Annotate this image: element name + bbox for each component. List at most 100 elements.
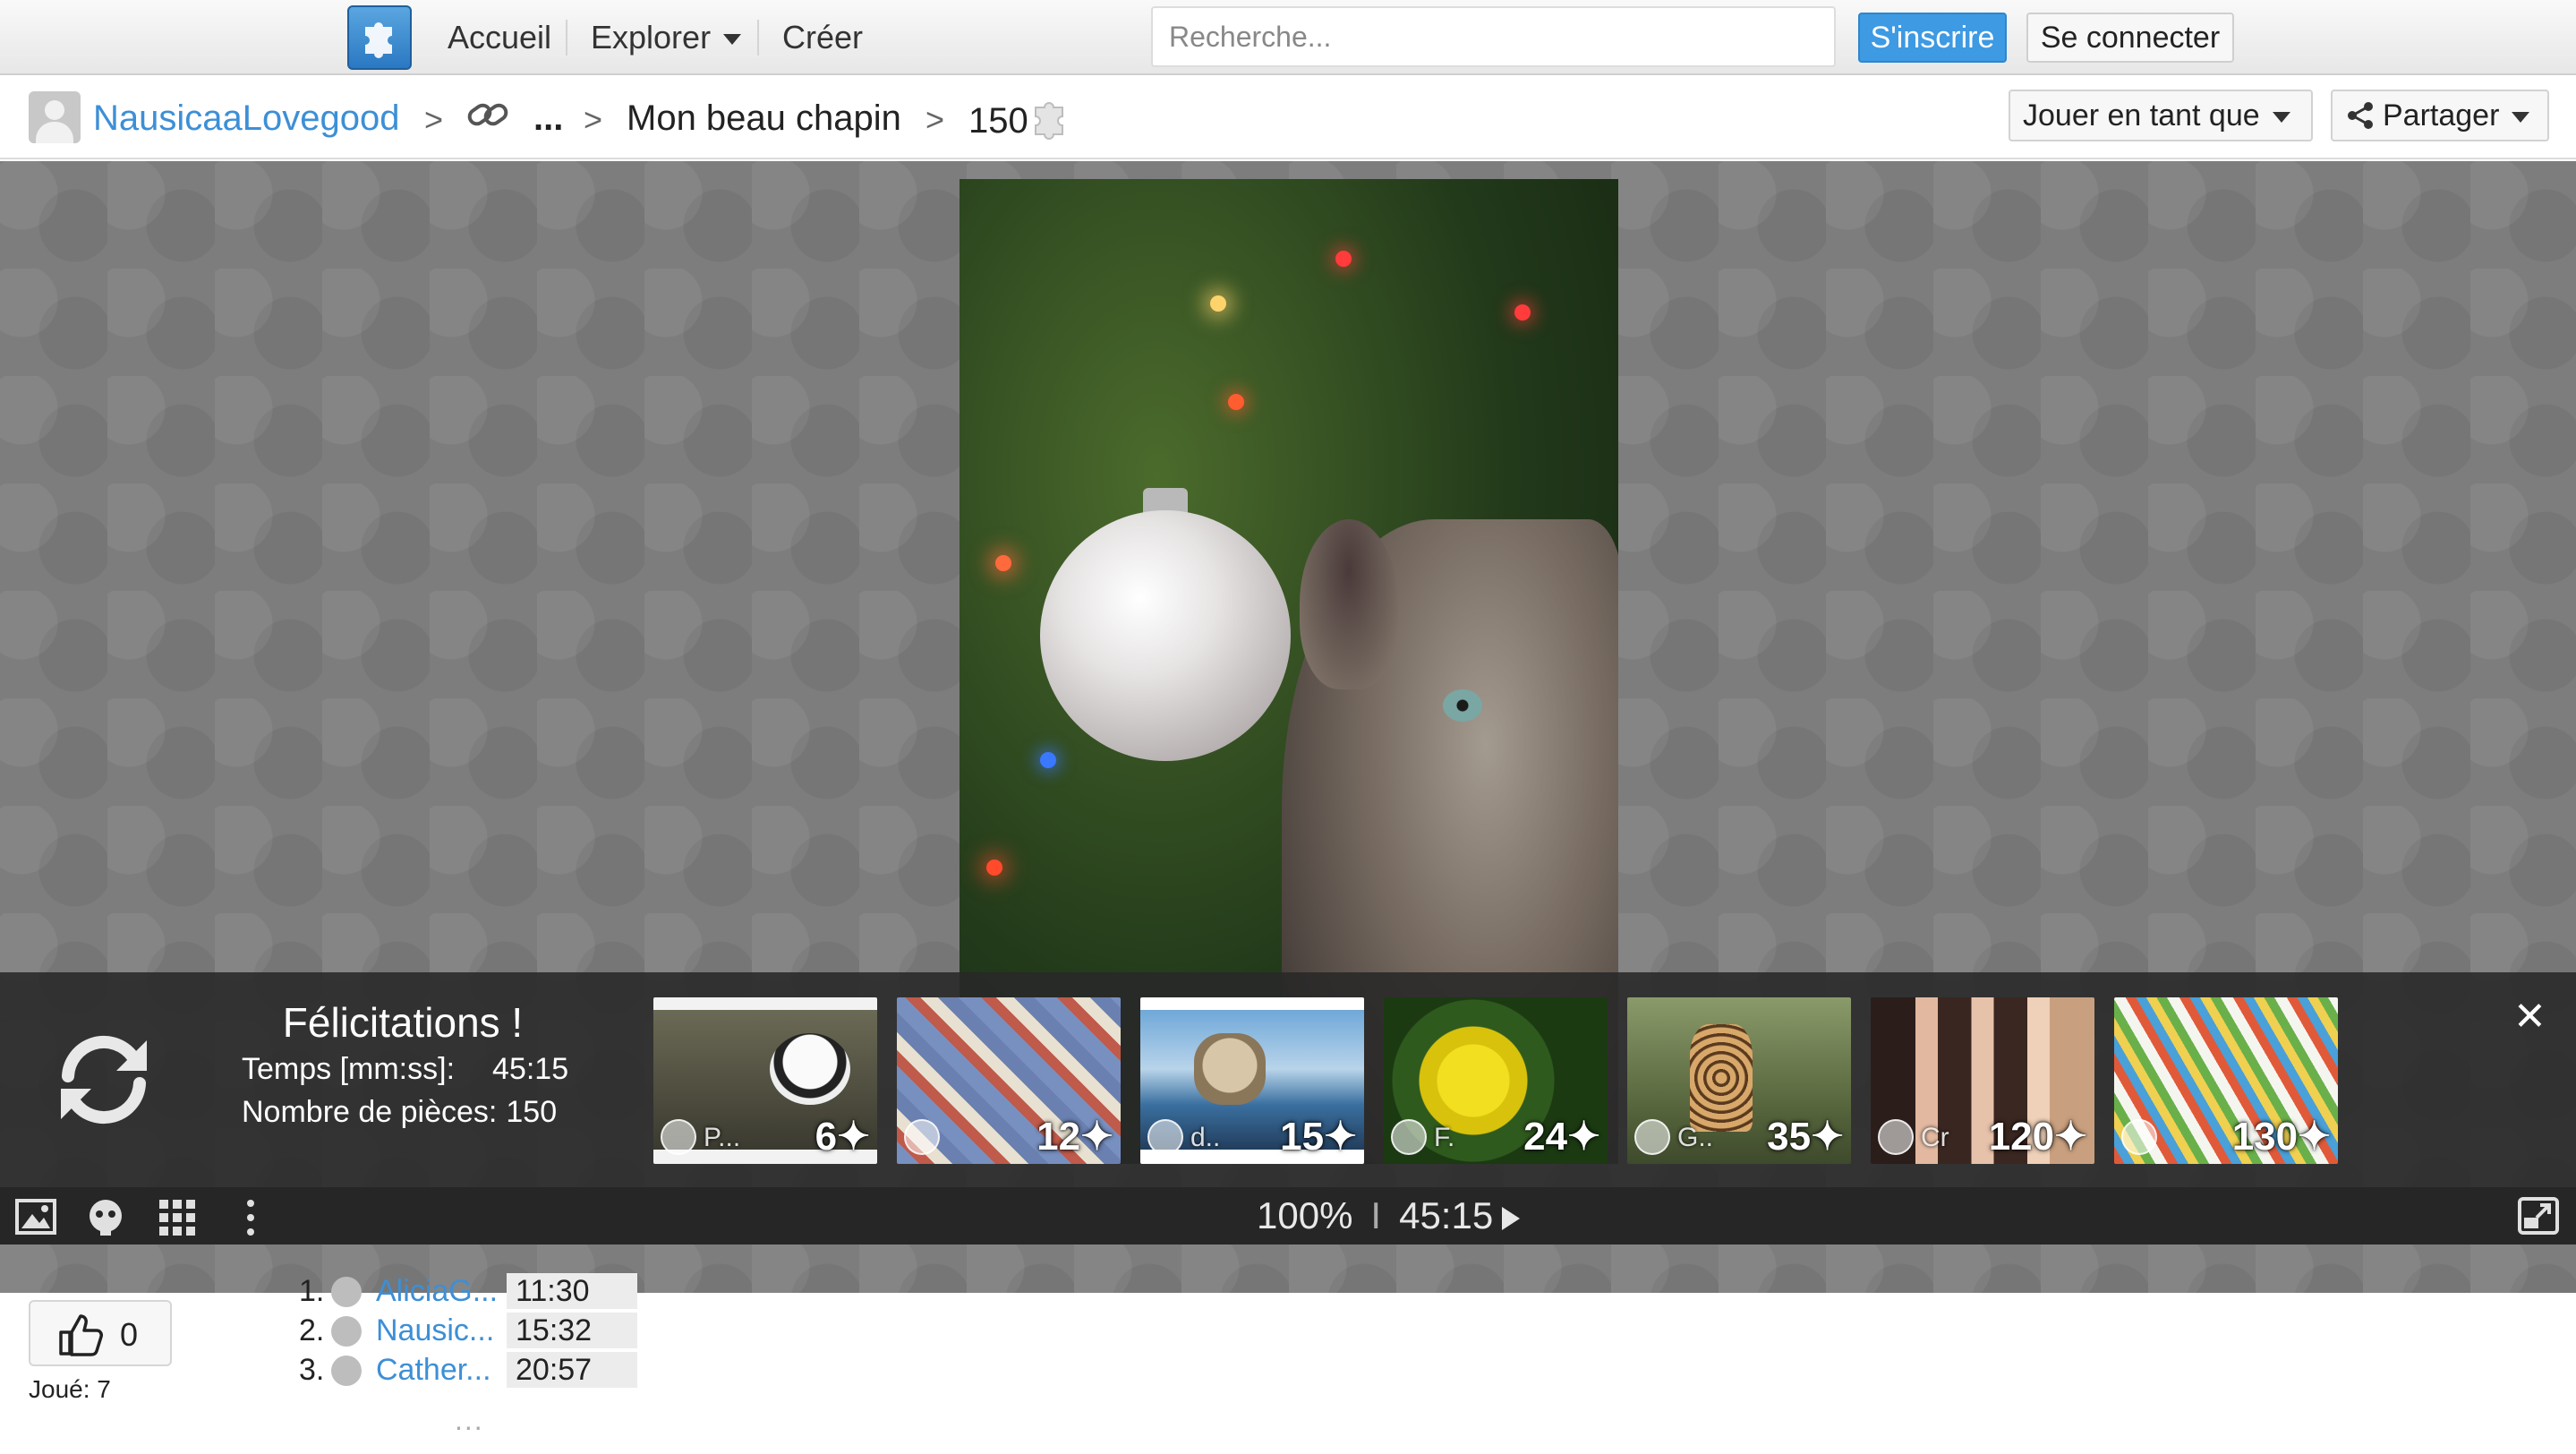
chevron-right-icon: >: [584, 101, 603, 138]
score-rank: 2.: [299, 1313, 325, 1347]
creator-name: P...: [704, 1123, 741, 1152]
score-time: 20:57: [507, 1352, 637, 1388]
zoom-and-timer: 100% I 45:15: [1257, 1194, 1521, 1237]
creator-avatar: [1147, 1119, 1183, 1155]
image-preview-icon[interactable]: [14, 1198, 57, 1236]
score-rank: 3.: [299, 1353, 325, 1387]
play-as-dropdown[interactable]: Jouer en tant que: [2009, 90, 2313, 141]
breadcrumb-ellipsis[interactable]: ...: [533, 97, 563, 140]
more-scores-link[interactable]: ...: [455, 1404, 484, 1437]
creator-name: F.: [1434, 1123, 1455, 1152]
piece-count-value: 150: [968, 101, 1028, 141]
breadcrumb-user-link[interactable]: NausicaaLovegood: [93, 97, 399, 140]
share-label: Partager: [2383, 98, 2500, 133]
score-time: 11:30: [507, 1273, 637, 1309]
creator-avatar: [1634, 1119, 1670, 1155]
avatar: [331, 1316, 362, 1347]
suggested-puzzle-thumbnail[interactable]: Cr 120✦: [1871, 997, 2094, 1164]
completion-summary: Félicitations ! Temps [mm:ss]: 45:15 Nomb…: [242, 997, 600, 1133]
suggested-piece-count: 24✦: [1523, 1115, 1600, 1159]
time-value: 45:15: [492, 1052, 569, 1086]
nav-divider: [566, 20, 567, 56]
suggested-piece-count: 130✦: [2231, 1115, 2331, 1159]
pieces-value: 150: [506, 1095, 558, 1129]
chevron-down-icon: [2272, 112, 2290, 124]
timer-divider: I: [1370, 1194, 1382, 1236]
login-button[interactable]: Se connecter: [2026, 13, 2234, 63]
suggested-piece-count: 6✦: [815, 1115, 870, 1159]
suggested-piece-count: 35✦: [1767, 1115, 1844, 1159]
nav-create-link[interactable]: Créer: [782, 18, 863, 57]
nav-divider: [757, 20, 759, 56]
search-input[interactable]: [1151, 6, 1836, 67]
suggested-piece-count: 120✦: [1988, 1115, 2087, 1159]
leaderboard-row: 3. Cather... 20:57: [299, 1350, 639, 1390]
jigsaw-logo-icon[interactable]: [347, 5, 412, 70]
fullscreen-icon[interactable]: [2517, 1196, 2560, 1236]
score-player-link[interactable]: AliciaG...: [376, 1273, 498, 1309]
avatar: [331, 1356, 362, 1386]
like-count: 0: [120, 1316, 139, 1353]
breadcrumb: NausicaaLovegood > ... > Mon beau chapin…: [0, 77, 2576, 159]
congratulations-title: Félicitations !: [282, 999, 524, 1046]
chevron-down-icon: [723, 34, 742, 46]
ornament-ball: [1040, 510, 1291, 761]
time-label: Temps [mm:ss]:: [242, 1052, 456, 1086]
chevron-right-icon: >: [925, 101, 945, 138]
creator-avatar: [1878, 1119, 1914, 1155]
suggested-puzzle-thumbnail[interactable]: G.. 35✦: [1627, 997, 1851, 1164]
suggested-piece-count: 15✦: [1280, 1115, 1357, 1159]
creator-name: G..: [1677, 1123, 1714, 1152]
thumbs-up-icon: [59, 1314, 103, 1356]
pieces-label: Nombre de pièces:: [242, 1095, 498, 1129]
link-icon[interactable]: [465, 95, 510, 144]
ghost-image-icon[interactable]: [86, 1198, 125, 1237]
suggested-puzzle-thumbnail[interactable]: 12✦: [897, 997, 1121, 1164]
suggested-puzzle-thumbnail[interactable]: P... 6✦: [653, 997, 877, 1164]
elapsed-time: 45:15: [1399, 1194, 1494, 1236]
nav-explore-label: Explorer: [591, 19, 712, 56]
avatar[interactable]: [29, 91, 81, 143]
nav-home-link[interactable]: Accueil: [448, 18, 551, 57]
more-options-icon[interactable]: [242, 1198, 260, 1237]
suggested-puzzle-thumbnail[interactable]: 130✦: [2114, 997, 2338, 1164]
creator-avatar: [661, 1119, 696, 1155]
score-player-link[interactable]: Cather...: [376, 1352, 491, 1388]
breadcrumb-piece-count[interactable]: 150: [968, 97, 1073, 142]
share-dropdown[interactable]: Partager: [2331, 90, 2549, 141]
like-button[interactable]: 0: [29, 1300, 172, 1366]
nav-explore-menu[interactable]: Explorer: [591, 18, 742, 57]
score-rank: 1.: [299, 1274, 325, 1308]
chevron-down-icon: [2512, 112, 2530, 124]
time-stat: Temps [mm:ss]: 45:15: [242, 1048, 600, 1090]
leaderboard-row: 2. Nausic... 15:32: [299, 1311, 639, 1350]
creator-name: d..: [1190, 1123, 1221, 1152]
share-icon: [2348, 102, 2373, 129]
score-player-link[interactable]: Nausic...: [376, 1313, 494, 1348]
puzzle-toolbar: 100% I 45:15: [0, 1187, 2576, 1244]
replay-icon[interactable]: [52, 1028, 156, 1132]
leaderboard: 1. AliciaG... 11:30 2. Nausic... 15:32 3…: [299, 1271, 639, 1390]
creator-avatar: [1391, 1119, 1427, 1155]
suggested-puzzle-thumbnail[interactable]: d.. 15✦: [1140, 997, 1364, 1164]
play-icon[interactable]: [1502, 1207, 1521, 1230]
pieces-stat: Nombre de pièces: 150: [242, 1090, 600, 1133]
avatar: [331, 1277, 362, 1307]
signup-button[interactable]: S'inscrire: [1858, 13, 2007, 63]
breadcrumb-puzzle-title[interactable]: Mon beau chapin: [627, 97, 901, 140]
completion-panel: Félicitations ! Temps [mm:ss]: 45:15 Nomb…: [0, 972, 2576, 1187]
puzzle-piece-icon: [1034, 102, 1063, 140]
score-time: 15:32: [507, 1313, 637, 1348]
top-navigation: Accueil Explorer Créer S'inscrire Se con…: [0, 0, 2576, 75]
creator-name: Cr: [1921, 1123, 1949, 1152]
leaderboard-row: 1. AliciaG... 11:30: [299, 1271, 639, 1311]
zoom-level: 100%: [1257, 1194, 1353, 1236]
creator-avatar: [904, 1119, 940, 1155]
close-icon[interactable]: ✕: [2513, 997, 2546, 1037]
suggested-puzzle-thumbnail[interactable]: F. 24✦: [1384, 997, 1608, 1164]
play-as-label: Jouer en tant que: [2023, 98, 2260, 133]
grid-icon[interactable]: [158, 1198, 197, 1237]
played-count: Joué: 7: [29, 1375, 111, 1403]
suggested-piece-count: 12✦: [1036, 1115, 1113, 1159]
creator-avatar: [2121, 1119, 2157, 1155]
